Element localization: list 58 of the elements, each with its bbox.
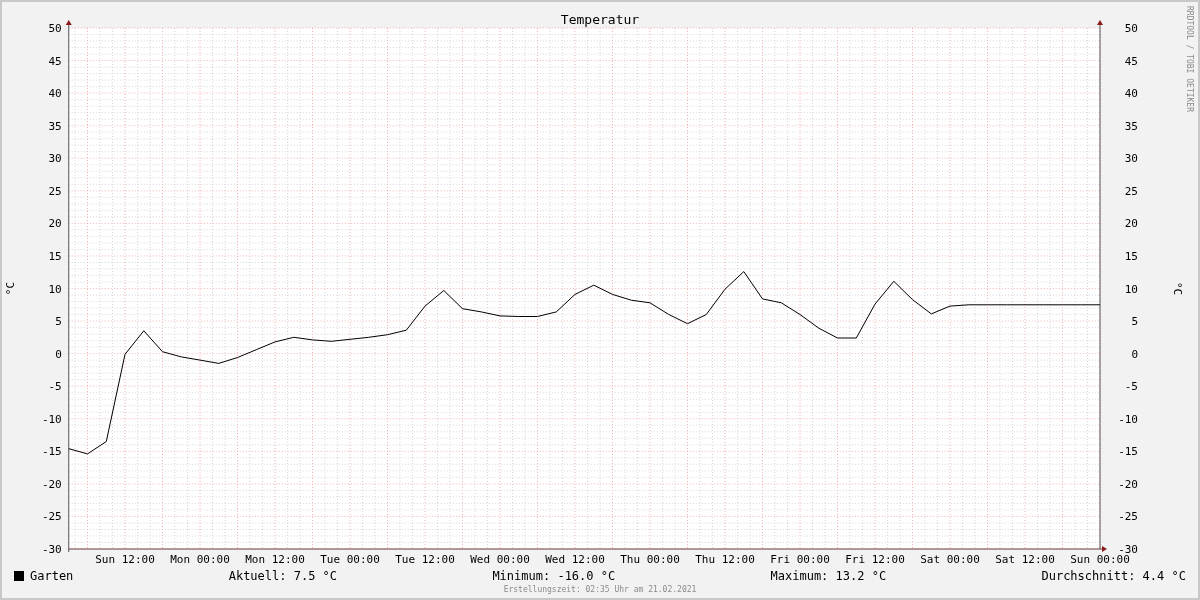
axis-label: °C [1171, 281, 1184, 296]
legend-stat: Minimum: -16.0 °C [492, 568, 616, 585]
y-tick-label: -10 [1118, 412, 1138, 426]
y-tick-label: 25 [1124, 184, 1138, 198]
x-tick-label: Tue 00:00 [320, 553, 380, 566]
x-tick-label: Mon 00:00 [170, 553, 230, 566]
y-tick-label: -5 [1124, 380, 1138, 394]
y-tick-label: 45 [1124, 54, 1138, 68]
x-tick-label: Thu 12:00 [695, 553, 755, 566]
y-tick-label: 50 [1124, 22, 1138, 35]
x-tick-label: Wed 12:00 [545, 553, 605, 566]
footer-text: Erstellungszeit: 02:35 Uhr am 21.02.2021 [503, 584, 697, 596]
y-tick-label: 30 [48, 152, 62, 166]
y-tick-label: 0 [1131, 347, 1138, 361]
x-tick-label: Mon 12:00 [245, 553, 305, 566]
x-tick-label: Sun 12:00 [95, 553, 155, 566]
y-tick-label: -15 [41, 445, 62, 459]
x-tick-label: Sat 00:00 [920, 553, 980, 566]
y-tick-label: 20 [48, 217, 62, 231]
x-tick-label: Sat 12:00 [995, 553, 1055, 566]
y-tick-label: -20 [41, 477, 62, 491]
y-tick-label: 35 [48, 119, 62, 133]
y-tick-label: 30 [1124, 152, 1138, 166]
x-tick-label: Wed 00:00 [470, 553, 530, 566]
axis-label: °C [4, 281, 17, 296]
x-tick-label: Fri 00:00 [770, 553, 830, 566]
y-tick-label: -10 [41, 412, 62, 426]
x-tick-label: Sun 00:00 [1070, 553, 1130, 566]
y-tick-label: 5 [1131, 315, 1138, 329]
y-tick-label: 5 [55, 315, 62, 329]
y-tick-label: 20 [1124, 217, 1138, 231]
y-tick-label: 10 [48, 282, 62, 296]
y-tick-label: -25 [1118, 510, 1138, 524]
legend-stat: Aktuell: 7.5 °C [228, 568, 338, 585]
y-tick-label: -25 [41, 510, 62, 524]
legend-stat: Durchschnitt: 4.4 °C [1041, 568, 1186, 585]
legend-label: Garten [30, 568, 74, 585]
y-tick-label: 40 [1124, 87, 1138, 101]
chart-title: Temperatur [560, 12, 640, 27]
y-tick-label: -30 [41, 543, 62, 556]
y-tick-label: -30 [1118, 543, 1138, 556]
x-tick-label: Fri 12:00 [845, 553, 905, 566]
y-tick-label: 45 [48, 54, 62, 68]
y-tick-label: 25 [48, 184, 62, 198]
x-tick-label: Thu 00:00 [620, 553, 680, 566]
y-tick-label: 15 [48, 249, 62, 263]
y-tick-label: 10 [1124, 282, 1138, 296]
credit-text: RRDTOOL / TOBI OETIKER [1185, 6, 1194, 112]
y-tick-label: 40 [48, 87, 62, 101]
y-tick-label: 0 [55, 347, 62, 361]
y-tick-label: -5 [48, 380, 62, 394]
y-tick-label: -15 [1118, 445, 1138, 459]
legend-stat: Maximum: 13.2 °C [770, 568, 887, 585]
y-tick-label: 50 [48, 22, 62, 35]
x-tick-label: Tue 12:00 [395, 553, 455, 566]
y-tick-label: 15 [1124, 249, 1138, 263]
y-tick-label: -20 [1118, 477, 1138, 491]
y-tick-label: 35 [1124, 119, 1138, 133]
